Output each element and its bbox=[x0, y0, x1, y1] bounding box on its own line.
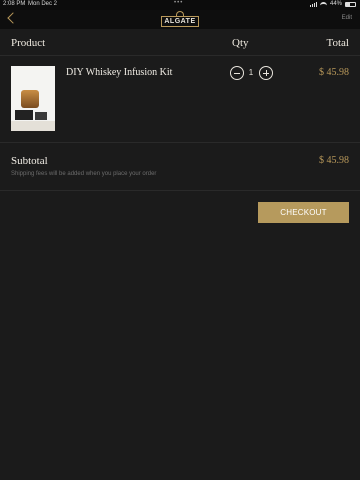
navigation-bar: ALGATE Edit bbox=[0, 10, 360, 29]
product-thumbnail[interactable] bbox=[11, 66, 55, 131]
subtotal-section: Subtotal $ 45.98 Shipping fees will be a… bbox=[0, 142, 360, 191]
status-date: Mon Dec 2 bbox=[28, 1, 58, 7]
header-product: Product bbox=[11, 37, 46, 49]
cart-item-row: DIY Whiskey Infusion Kit 1 $ 45.98 bbox=[0, 55, 360, 143]
kit-box-image-small bbox=[35, 112, 47, 120]
header-qty: Qty bbox=[232, 37, 249, 49]
checkout-button[interactable]: CHECKOUT bbox=[258, 202, 349, 223]
kit-box-image bbox=[15, 110, 33, 120]
brand-logo: ALGATE bbox=[161, 11, 199, 28]
shipping-note: Shipping fees will be added when you pla… bbox=[11, 171, 157, 177]
battery-percent: 44% bbox=[329, 1, 342, 7]
header-total: Total bbox=[326, 37, 349, 49]
edit-button[interactable]: Edit bbox=[342, 15, 352, 21]
subtotal-label: Subtotal bbox=[11, 155, 48, 167]
signal-icon bbox=[309, 1, 317, 7]
logo-wordmark: ALGATE bbox=[161, 16, 199, 27]
quantity-value: 1 bbox=[248, 68, 254, 77]
cart-table-header: Product Qty Total bbox=[0, 29, 360, 56]
jar-image bbox=[21, 90, 39, 108]
increase-quantity-button[interactable] bbox=[259, 66, 273, 80]
decrease-quantity-button[interactable] bbox=[230, 66, 244, 80]
status-time: 2:08 PM bbox=[3, 1, 26, 7]
wifi-icon bbox=[319, 1, 327, 7]
status-indicators: 44% bbox=[309, 1, 356, 7]
item-total-price: $ 45.98 bbox=[319, 67, 349, 78]
thumbnail-base bbox=[11, 121, 55, 131]
status-bar: 2:08 PM Mon Dec 2 ••• 44% bbox=[0, 0, 360, 10]
subtotal-value: $ 45.98 bbox=[319, 155, 349, 166]
product-name[interactable]: DIY Whiskey Infusion Kit bbox=[66, 67, 172, 78]
battery-icon bbox=[345, 1, 356, 7]
multitasking-dots: ••• bbox=[174, 0, 184, 6]
back-chevron-icon[interactable] bbox=[7, 12, 19, 24]
